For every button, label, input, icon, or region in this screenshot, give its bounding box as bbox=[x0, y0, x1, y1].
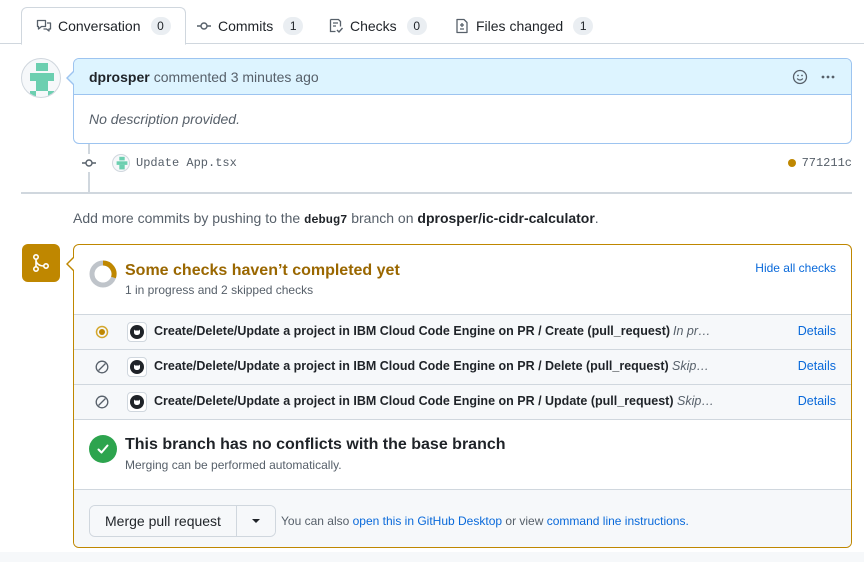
merge-button-group: Merge pull request bbox=[89, 505, 276, 537]
commit-sha-link[interactable]: 771211c bbox=[802, 156, 852, 170]
checklist-icon bbox=[329, 18, 344, 33]
in-progress-dot-icon bbox=[95, 325, 109, 339]
timeline-divider bbox=[21, 192, 852, 194]
comment-timestamp[interactable]: commented 3 minutes ago bbox=[154, 69, 319, 85]
comment-body: No description provided. bbox=[89, 111, 240, 127]
checks-summary: Some checks haven’t completed yet 1 in p… bbox=[74, 245, 851, 314]
hide-all-checks-link[interactable]: Hide all checks bbox=[755, 261, 836, 275]
merge-note-suffix: . bbox=[685, 514, 689, 528]
check-row: Create/Delete/Update a project in IBM Cl… bbox=[74, 384, 851, 419]
open-in-desktop-link[interactable]: open this in GitHub Desktop bbox=[353, 514, 502, 528]
identicon-image bbox=[30, 63, 54, 97]
mergebox-caret-fill bbox=[68, 257, 75, 271]
comment-discussion-icon bbox=[36, 19, 52, 32]
merge-note-middle: or view bbox=[505, 514, 544, 528]
comment-header: dprosper commented 3 minutes ago bbox=[74, 59, 851, 95]
checks-progress-donut-icon bbox=[89, 260, 117, 288]
check-row: Create/Delete/Update a project in IBM Cl… bbox=[74, 349, 851, 384]
pr-description-comment: dprosper commented 3 minutes ago No desc… bbox=[73, 58, 852, 144]
tab-conversation-count: 0 bbox=[150, 17, 171, 35]
branch-name: debug7 bbox=[304, 213, 348, 227]
repo-name: dprosper/ic-cidr-calculator bbox=[417, 210, 595, 226]
smiley-icon[interactable] bbox=[792, 69, 808, 85]
kebab-horizontal-icon[interactable] bbox=[820, 69, 836, 85]
conflicts-subtitle: Merging can be performed automatically. bbox=[125, 458, 342, 472]
check-details-link[interactable]: Details bbox=[798, 324, 836, 338]
avatar[interactable] bbox=[21, 58, 61, 98]
check-name: Create/Delete/Update a project in IBM Cl… bbox=[154, 359, 669, 373]
commit-author-avatar[interactable] bbox=[112, 154, 130, 172]
github-logo-icon bbox=[127, 392, 147, 412]
pending-status-dot-icon[interactable] bbox=[787, 159, 796, 167]
tab-conversation[interactable]: Conversation 0 bbox=[21, 7, 186, 45]
commit-sha: 771211c bbox=[787, 156, 852, 170]
pr-tab-bar: Conversation 0 Commits 1 Checks 0 Files … bbox=[0, 0, 864, 45]
tab-commits-label: Commits bbox=[218, 17, 274, 34]
skip-icon bbox=[95, 360, 109, 374]
github-logo-icon bbox=[127, 357, 147, 377]
tab-conversation-label: Conversation bbox=[58, 18, 141, 34]
conflicts-title: This branch has no conflicts with the ba… bbox=[125, 436, 506, 453]
tab-checks-label: Checks bbox=[350, 17, 397, 34]
check-name: Create/Delete/Update a project in IBM Cl… bbox=[154, 324, 671, 338]
check-details-link[interactable]: Details bbox=[798, 359, 836, 373]
triangle-down-icon bbox=[251, 519, 260, 523]
comment-caret-fill bbox=[68, 71, 75, 85]
check-state: Skip… bbox=[672, 359, 709, 373]
command-line-instructions-link[interactable]: command line instructions bbox=[547, 514, 686, 528]
github-logo-icon bbox=[127, 322, 147, 342]
merge-method-dropdown-button[interactable] bbox=[236, 506, 275, 536]
check-details-link[interactable]: Details bbox=[798, 394, 836, 408]
checks-title: Some checks haven’t completed yet bbox=[125, 262, 400, 279]
page-footer-background bbox=[0, 552, 864, 562]
conflicts-status: This branch has no conflicts with the ba… bbox=[74, 419, 851, 489]
merge-actions: Merge pull request You can also open thi… bbox=[74, 489, 851, 547]
check-row: Create/Delete/Update a project in IBM Cl… bbox=[74, 314, 851, 349]
check-state: In pr… bbox=[673, 324, 711, 338]
check-name: Create/Delete/Update a project in IBM Cl… bbox=[154, 394, 674, 408]
push-hint-suffix: . bbox=[594, 210, 599, 226]
comment-actions bbox=[792, 69, 836, 85]
merge-box: Some checks haven’t completed yet 1 in p… bbox=[73, 244, 852, 548]
commit-message-link[interactable]: Update App.tsx bbox=[136, 156, 237, 170]
tab-checks[interactable]: Checks 0 bbox=[314, 7, 441, 44]
tab-commits[interactable]: Commits 1 bbox=[182, 7, 317, 44]
merge-pull-request-button[interactable]: Merge pull request bbox=[90, 506, 237, 536]
git-commit-icon bbox=[80, 154, 98, 172]
timeline-commit-item: Update App.tsx 771211c bbox=[80, 152, 852, 174]
tab-commits-count: 1 bbox=[283, 16, 304, 35]
merge-note-prefix: You can also bbox=[281, 514, 350, 528]
tab-files-changed[interactable]: Files changed 1 bbox=[440, 7, 607, 44]
checks-subtitle: 1 in progress and 2 skipped checks bbox=[125, 283, 314, 297]
tab-files-changed-count: 1 bbox=[573, 16, 594, 35]
tab-checks-count: 0 bbox=[406, 16, 427, 35]
git-commit-icon bbox=[197, 21, 211, 30]
tab-files-changed-label: Files changed bbox=[476, 17, 564, 34]
merge-alternatives-note: You can also open this in GitHub Desktop… bbox=[281, 514, 689, 528]
push-hint-prefix: Add more commits by pushing to the bbox=[73, 210, 301, 226]
comment-author-link[interactable]: dprosper bbox=[89, 69, 150, 85]
skip-icon bbox=[95, 395, 109, 409]
push-hint-middle: branch on bbox=[351, 210, 414, 226]
push-hint: Add more commits by pushing to the debug… bbox=[73, 210, 599, 227]
file-diff-icon bbox=[456, 18, 468, 33]
git-merge-icon bbox=[22, 244, 60, 282]
check-state: Skip… bbox=[677, 394, 714, 408]
check-circle-icon bbox=[89, 435, 117, 463]
